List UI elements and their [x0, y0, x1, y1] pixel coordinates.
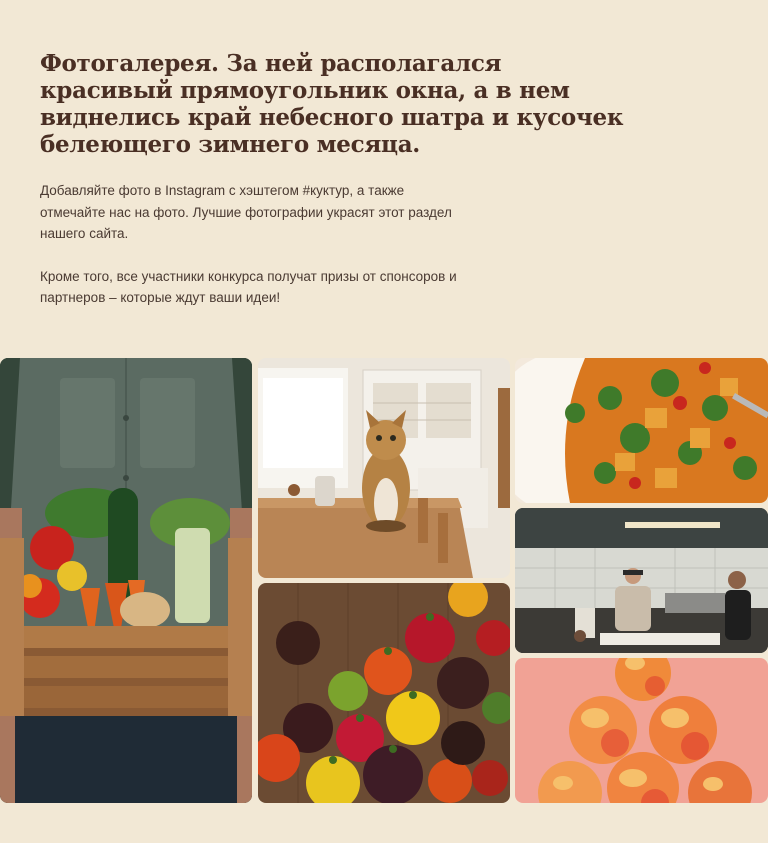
contest-prizes-text: Кроме того, все участники конкурса получ…: [40, 268, 457, 306]
instagram-hashtag-text: Добавляйте фото в Instagram с хэштегом #…: [40, 183, 452, 241]
photo-farmer-vegetable-crate[interactable]: [0, 358, 252, 803]
photo-gallery: [0, 358, 768, 803]
photo-heirloom-tomatoes[interactable]: [258, 583, 510, 803]
photo-rice-with-curry[interactable]: [515, 358, 768, 503]
photo-restaurant-kitchen[interactable]: [515, 508, 768, 653]
photo-peaches[interactable]: [515, 658, 768, 803]
photo-cat-on-table[interactable]: [258, 358, 510, 578]
gallery-intro: Фотогалерея. За ней располагался красивы…: [40, 50, 640, 309]
gallery-title: Фотогалерея. За ней располагался красивы…: [40, 50, 624, 158]
